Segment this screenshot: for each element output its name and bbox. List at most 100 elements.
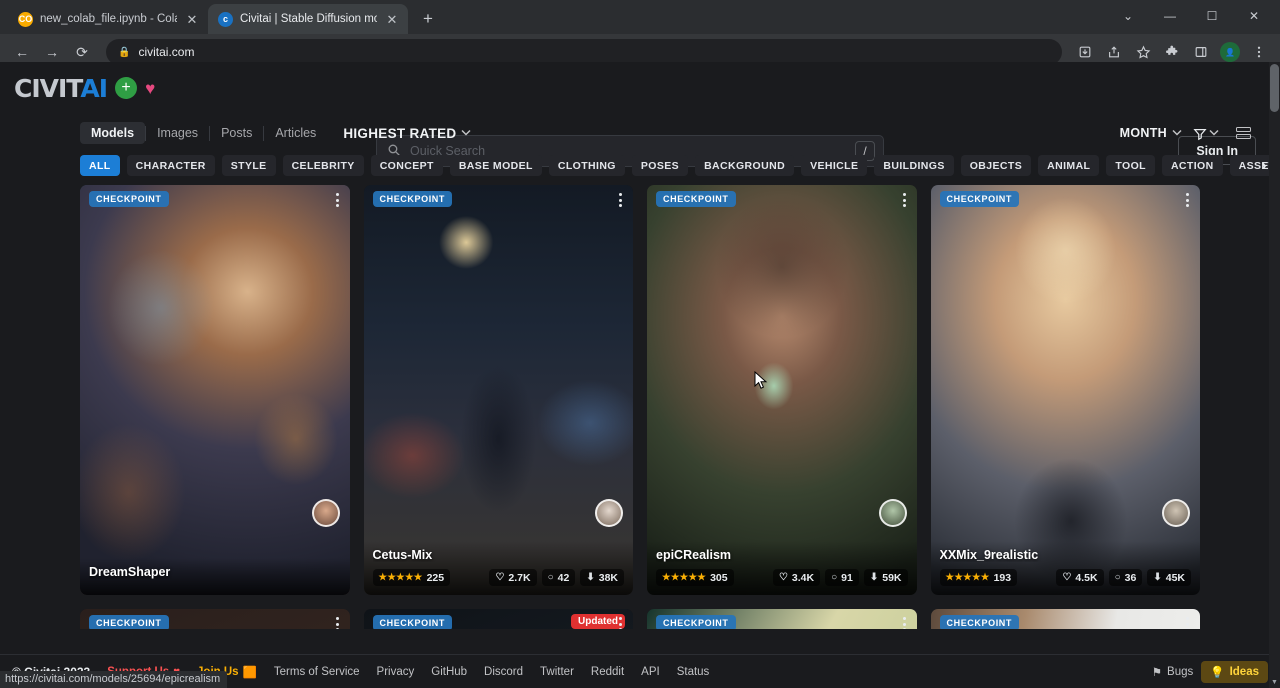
page-scrollbar[interactable]: ▼ — [1269, 62, 1280, 688]
model-type-badge: CHECKPOINT — [89, 615, 169, 629]
close-icon[interactable]: ✕ — [184, 11, 200, 27]
footer-link-reddit[interactable]: Reddit — [591, 666, 624, 678]
browser-tab-colab[interactable]: CO new_colab_file.ipynb - Colaborat ✕ — [8, 4, 208, 34]
new-tab-button[interactable]: + — [414, 5, 442, 33]
site-logo[interactable]: CIVITAI + ♥ — [14, 74, 155, 103]
tab-posts[interactable]: Posts — [210, 122, 263, 144]
category-chip-all[interactable]: ALL — [80, 155, 120, 176]
footer-right: ⚑ Bugs 💡 Ideas — [1152, 661, 1268, 683]
creator-avatar[interactable] — [595, 499, 623, 527]
heart-icon: ♡ — [779, 572, 788, 583]
lightbulb-icon: 💡 — [1210, 665, 1224, 679]
category-chip-buildings[interactable]: BUILDINGS — [874, 155, 953, 176]
footer-link-discord[interactable]: Discord — [484, 666, 523, 678]
category-chip-poses[interactable]: POSES — [632, 155, 688, 176]
window-close-button[interactable]: ✕ — [1234, 2, 1274, 30]
category-chip-tool[interactable]: TOOL — [1106, 155, 1155, 176]
model-card-footer: DreamShaper — [80, 558, 350, 595]
layout-toggle-icon[interactable] — [1230, 122, 1256, 144]
model-card[interactable]: CHECKPOINT Cetus-Mix ★★★★★ 225 ♡ — [364, 185, 634, 595]
status-bar-url: https://civitai.com/models/25694/epicrea… — [0, 671, 227, 688]
model-card-image-overlay — [647, 185, 917, 595]
footer-link-github[interactable]: GitHub — [431, 666, 467, 678]
likes-pill: ♡ 3.4K — [773, 569, 820, 586]
likes-pill: ♡ 4.5K — [1056, 569, 1103, 586]
model-card[interactable]: CHECKPOINT XXMix_9realistic ★★★★★ 193 ♡ — [931, 185, 1201, 595]
model-card-footer: Cetus-Mix ★★★★★ 225 ♡ 2.7K ○ — [364, 541, 634, 595]
tab-list-chevron-icon[interactable]: ⌄ — [1108, 2, 1148, 30]
footer-link-privacy[interactable]: Privacy — [377, 666, 415, 678]
downloads-pill: ⬇ 59K — [864, 569, 908, 586]
model-type-badge: CHECKPOINT — [373, 191, 453, 207]
downloads-count: 45K — [1166, 572, 1185, 584]
model-card[interactable]: CHECKPOINT epiCRealism ★★★★★ 305 ♡ — [647, 185, 917, 595]
category-chip-vehicle[interactable]: VEHICLE — [801, 155, 867, 176]
comments-count: 36 — [1125, 572, 1137, 584]
card-menu-icon[interactable] — [1186, 193, 1189, 207]
footer-link-api[interactable]: API — [641, 666, 660, 678]
model-card[interactable]: CHECKPOINT — [80, 609, 350, 629]
creator-avatar[interactable] — [312, 499, 340, 527]
scrollbar-thumb[interactable] — [1270, 64, 1279, 112]
star-rating-icon: ★★★★★ — [946, 572, 990, 583]
card-menu-icon[interactable] — [1186, 617, 1189, 629]
card-menu-icon[interactable] — [903, 193, 906, 207]
close-icon[interactable]: ✕ — [384, 11, 400, 27]
ideas-label: Ideas — [1230, 666, 1259, 678]
card-menu-icon[interactable] — [336, 193, 339, 207]
category-chip-concept[interactable]: CONCEPT — [371, 155, 443, 176]
tab-images[interactable]: Images — [146, 122, 209, 144]
category-chip-objects[interactable]: OBJECTS — [961, 155, 1031, 176]
chevron-down-icon — [461, 128, 471, 138]
creator-avatar[interactable] — [879, 499, 907, 527]
card-menu-icon[interactable] — [336, 617, 339, 629]
footer-link-status[interactable]: Status — [677, 666, 710, 678]
downloads-pill: ⬇ 45K — [1147, 569, 1191, 586]
comments-count: 42 — [558, 572, 570, 584]
support-heart-icon[interactable]: ♥ — [145, 80, 155, 97]
minimize-button[interactable]: — — [1150, 2, 1190, 30]
category-chip-background[interactable]: BACKGROUND — [695, 155, 794, 176]
browser-tab-civitai[interactable]: c Civitai | Stable Diffusion models, ✕ — [208, 4, 408, 34]
category-chip-action[interactable]: ACTION — [1162, 155, 1223, 176]
category-chip-clothing[interactable]: CLOTHING — [549, 155, 625, 176]
period-dropdown[interactable]: MONTH — [1120, 126, 1182, 140]
create-button[interactable]: + — [115, 77, 137, 99]
card-menu-icon[interactable] — [619, 617, 622, 629]
likes-pill: ♡ 2.7K — [489, 569, 536, 586]
model-card-title: XXMix_9realistic — [940, 548, 1192, 562]
model-card[interactable]: CHECKPOINT DreamShaper — [80, 185, 350, 595]
site-header: CIVITAI + ♥ — [0, 62, 1280, 114]
tab-models[interactable]: Models — [80, 122, 145, 144]
lock-icon: 🔒 — [118, 47, 130, 58]
model-card[interactable]: CHECKPOINT — [647, 609, 917, 629]
comments-pill: ○ 42 — [542, 569, 576, 586]
heart-icon: ♡ — [495, 572, 504, 583]
ideas-button[interactable]: 💡 Ideas — [1201, 661, 1268, 683]
model-card[interactable]: Updated CHECKPOINT — [364, 609, 634, 629]
model-type-badge: CHECKPOINT — [940, 615, 1020, 629]
sort-value: HIGHEST RATED — [343, 126, 456, 141]
card-menu-icon[interactable] — [903, 617, 906, 629]
downloads-count: 59K — [882, 572, 901, 584]
footer-link-terms[interactable]: Terms of Service — [274, 666, 360, 678]
bugs-button[interactable]: ⚑ Bugs — [1152, 665, 1194, 679]
category-chip-character[interactable]: CHARACTER — [127, 155, 215, 176]
maximize-button[interactable]: ☐ — [1192, 2, 1232, 30]
download-icon: ⬇ — [870, 572, 878, 583]
comment-icon: ○ — [1115, 572, 1121, 583]
scroll-down-arrow-icon[interactable]: ▼ — [1269, 677, 1280, 688]
downloads-pill: ⬇ 38K — [580, 569, 624, 586]
card-menu-icon[interactable] — [619, 193, 622, 207]
window-controls: ⌄ — ☐ ✕ — [1108, 2, 1280, 34]
category-chip-style[interactable]: STYLE — [222, 155, 276, 176]
filter-button[interactable] — [1193, 127, 1219, 140]
category-chip-base-model[interactable]: BASE MODEL — [450, 155, 542, 176]
category-chip-animal[interactable]: ANIMAL — [1038, 155, 1099, 176]
footer-link-twitter[interactable]: Twitter — [540, 666, 574, 678]
model-card[interactable]: CHECKPOINT — [931, 609, 1201, 629]
category-chip-celebrity[interactable]: CELEBRITY — [283, 155, 364, 176]
creator-avatar[interactable] — [1162, 499, 1190, 527]
tab-articles[interactable]: Articles — [264, 122, 327, 144]
sort-dropdown[interactable]: HIGHEST RATED — [343, 126, 471, 141]
